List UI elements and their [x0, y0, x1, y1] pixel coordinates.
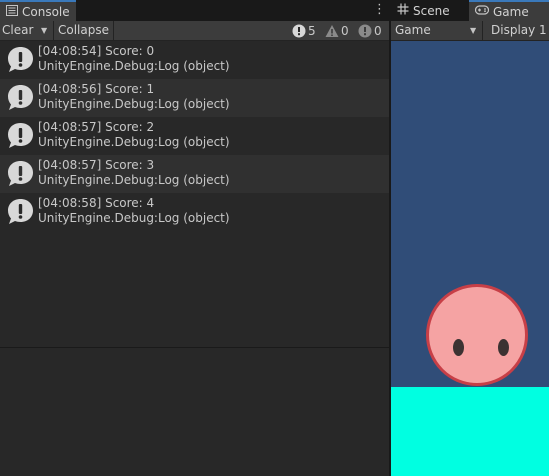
- console-tabbar: Console ⋮: [0, 0, 389, 21]
- warning-count: 0: [341, 24, 349, 38]
- ground: [391, 387, 549, 476]
- log-list: [04:08:54] Score: 0 UnityEngine.Debug:Lo…: [0, 41, 389, 231]
- gamepad-icon: [474, 5, 490, 18]
- error-count: 0: [374, 24, 382, 38]
- game-panel: Scene Game Game ▼ Display 1: [391, 0, 549, 476]
- log-trace: UnityEngine.Debug:Log (object): [38, 173, 230, 187]
- error-icon: [358, 24, 372, 38]
- left-eye: [453, 339, 464, 356]
- log-text: [04:08:54] Score: 0 UnityEngine.Debug:Lo…: [38, 44, 230, 74]
- scene-grid-icon: [397, 3, 409, 18]
- details-pane-divider[interactable]: [0, 347, 389, 348]
- clear-button[interactable]: Clear: [2, 21, 33, 40]
- display-select[interactable]: Display 1: [491, 21, 547, 40]
- console-panel: Console ⋮ Clear ▼ Collapse 5 0 0 [04:08:…: [0, 0, 389, 476]
- view-select-dropdown-icon[interactable]: ▼: [470, 21, 476, 40]
- right-eye: [498, 339, 509, 356]
- error-count-toggle[interactable]: 0: [358, 23, 382, 39]
- clear-dropdown-icon[interactable]: ▼: [41, 21, 47, 40]
- tab-scene-label: Scene: [413, 3, 450, 18]
- game-viewport[interactable]: [391, 41, 549, 476]
- log-count: 5: [308, 24, 316, 38]
- log-entry[interactable]: [04:08:56] Score: 1 UnityEngine.Debug:Lo…: [0, 79, 389, 117]
- log-message: [04:08:57] Score: 2: [38, 120, 155, 134]
- log-text: [04:08:57] Score: 3 UnityEngine.Debug:Lo…: [38, 158, 230, 188]
- log-entry[interactable]: [04:08:57] Score: 3 UnityEngine.Debug:Lo…: [0, 155, 389, 193]
- tab-game-label: Game: [493, 4, 529, 19]
- info-icon: [292, 24, 306, 38]
- info-message-icon: [7, 46, 34, 73]
- console-icon: [6, 4, 18, 19]
- warning-count-toggle[interactable]: 0: [325, 23, 349, 39]
- kebab-menu-icon[interactable]: ⋮: [373, 2, 386, 18]
- log-entry[interactable]: [04:08:57] Score: 2 UnityEngine.Debug:Lo…: [0, 117, 389, 155]
- log-message: [04:08:58] Score: 4: [38, 196, 155, 210]
- log-entry[interactable]: [04:08:58] Score: 4 UnityEngine.Debug:Lo…: [0, 193, 389, 231]
- toolbar-separator: [53, 21, 54, 40]
- console-toolbar: Clear ▼ Collapse 5 0 0: [0, 21, 389, 41]
- tab-game[interactable]: Game: [469, 0, 549, 21]
- info-message-icon: [7, 198, 34, 225]
- view-select[interactable]: Game: [395, 21, 431, 40]
- info-message-icon: [7, 84, 34, 111]
- player-ball: [426, 284, 528, 386]
- log-message: [04:08:54] Score: 0: [38, 44, 155, 58]
- log-trace: UnityEngine.Debug:Log (object): [38, 211, 230, 225]
- log-trace: UnityEngine.Debug:Log (object): [38, 97, 230, 111]
- collapse-button[interactable]: Collapse: [58, 21, 109, 40]
- game-toolbar: Game ▼ Display 1: [391, 21, 549, 41]
- toolbar-separator: [482, 21, 483, 40]
- log-text: [04:08:57] Score: 2 UnityEngine.Debug:Lo…: [38, 120, 230, 150]
- log-text: [04:08:56] Score: 1 UnityEngine.Debug:Lo…: [38, 82, 230, 112]
- log-count-toggle[interactable]: 5: [292, 23, 316, 39]
- warning-icon: [325, 24, 339, 38]
- log-trace: UnityEngine.Debug:Log (object): [38, 135, 230, 149]
- tab-console-label: Console: [22, 4, 70, 19]
- log-message: [04:08:56] Score: 1: [38, 82, 155, 96]
- game-tabbar: Scene Game: [391, 0, 549, 21]
- tab-scene[interactable]: Scene: [391, 0, 469, 21]
- log-text: [04:08:58] Score: 4 UnityEngine.Debug:Lo…: [38, 196, 230, 226]
- log-entry[interactable]: [04:08:54] Score: 0 UnityEngine.Debug:Lo…: [0, 41, 389, 79]
- info-message-icon: [7, 160, 34, 187]
- log-message: [04:08:57] Score: 3: [38, 158, 155, 172]
- tab-console[interactable]: Console: [0, 0, 76, 21]
- log-trace: UnityEngine.Debug:Log (object): [38, 59, 230, 73]
- toolbar-separator: [113, 21, 114, 40]
- info-message-icon: [7, 122, 34, 149]
